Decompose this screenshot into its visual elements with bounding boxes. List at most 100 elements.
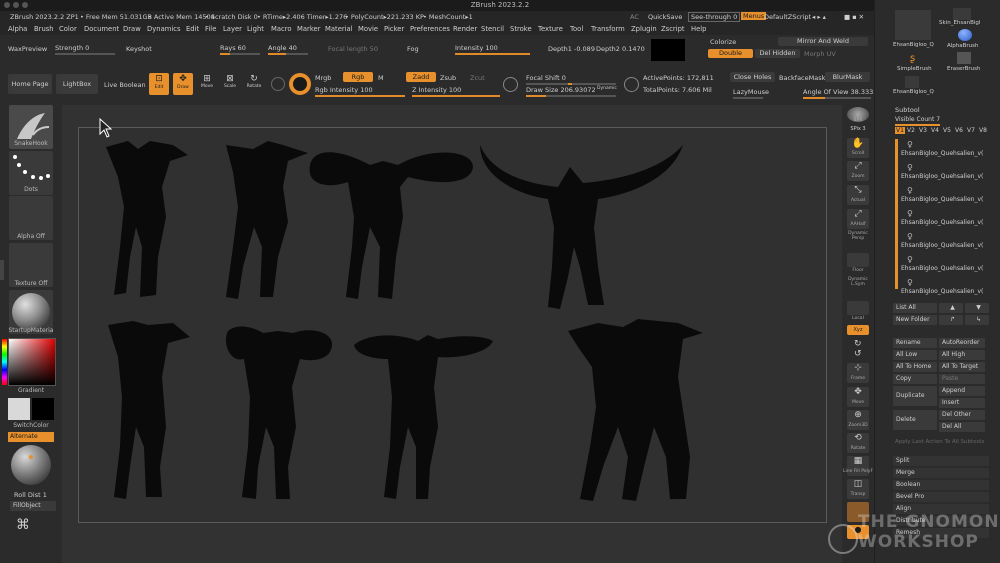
merge-menu[interactable]: Merge [893,468,989,478]
lazymouse-button[interactable]: LazyMouse [733,88,769,96]
paste-button[interactable]: Paste [939,374,985,384]
rgb-button[interactable]: Rgb [343,72,373,82]
live-boolean-button[interactable]: Live Boolean [104,81,146,89]
copy-button[interactable]: Copy [893,374,937,384]
z-intensity-slider[interactable]: Z Intensity 100 [412,86,461,94]
del-other-button[interactable]: Del Other [939,410,985,420]
eraser-brush-icon[interactable] [957,52,971,64]
arrow-up-icon[interactable]: ↱ [939,315,963,325]
rgb-intensity-slider-fill[interactable] [315,95,405,97]
menu-movie[interactable]: Movie [358,25,378,33]
main-color-swatch[interactable] [8,398,30,420]
zadd-button[interactable]: Zadd [406,72,436,82]
focal-length-slider[interactable]: Focal length 50 [328,45,378,53]
duplicate-button[interactable]: Duplicate [893,386,937,406]
backface-mask-button[interactable]: BackfaceMask [779,74,825,82]
new-folder-button[interactable]: New Folder [893,315,937,325]
lightbox-button[interactable]: LightBox [56,74,98,94]
focal-shift-icon[interactable] [503,77,518,92]
all-to-target-button[interactable]: All To Target [939,362,985,372]
color-picker[interactable] [2,338,56,386]
split-menu[interactable]: Split [893,456,989,466]
append-button[interactable]: Append [939,386,985,396]
switch-color-label[interactable]: SwitchColor [0,422,62,429]
subtool-item[interactable]: EhsanBigloo_Quehsalien_v( [901,242,997,253]
apply-last-action-button[interactable]: Apply Last Action To All Subtools [895,439,999,445]
roll-dist-slider[interactable]: Roll Dist 1 [14,491,47,499]
move-down-icon[interactable]: ▼ [965,303,989,313]
tab-v2[interactable]: V2 [907,127,915,134]
del-hidden-button[interactable]: Del Hidden [755,49,800,58]
menu-stroke[interactable]: Stroke [510,25,532,33]
rotate-z-icon[interactable]: ↺ [854,349,862,359]
lsym-button[interactable]: Dynamic L.Sym [842,277,874,287]
all-high-button[interactable]: All High [939,350,985,360]
menu-layer[interactable]: Layer [223,25,242,33]
tab-v5[interactable]: V5 [943,127,951,134]
rgb-intensity-slider[interactable]: Rgb Intensity 100 [315,86,373,94]
menu-stencil[interactable]: Stencil [481,25,504,33]
secondary-color-swatch[interactable] [32,398,54,420]
rays-slider[interactable]: Rays 60 [220,44,246,52]
menu-brush[interactable]: Brush [34,25,54,33]
m-button[interactable]: M [378,74,384,82]
tab-v6[interactable]: V6 [955,127,963,134]
see-through-slider[interactable]: See-through 0 [688,12,741,22]
arrow-down-icon[interactable]: ↳ [965,315,989,325]
hue-slider[interactable] [2,339,7,385]
tab-v3[interactable]: V3 [919,127,927,134]
menu-macro[interactable]: Macro [271,25,292,33]
xyz-button[interactable]: Xyz [847,325,869,335]
mrgb-button[interactable]: Mrgb [315,74,331,82]
subtool-title[interactable]: Subtool [895,106,920,114]
menu-color[interactable]: Color [59,25,77,33]
camera-icon[interactable]: ⌘ [16,517,30,533]
strength-slider-track[interactable] [55,53,115,55]
edit-button[interactable]: ⊡ Edit [149,73,169,95]
brush-thumb-ehsan[interactable] [895,10,931,40]
draw-size-slider[interactable]: Draw Size 206.93072 [526,86,596,94]
sphere-icon[interactable] [271,77,285,91]
scale-button[interactable]: ⊠ Scale [221,74,239,94]
visible-count-slider[interactable]: Visible Count 7 [895,116,940,123]
strength-slider[interactable]: Strength 0 [55,44,89,52]
menu-preferences[interactable]: Preferences [410,25,450,33]
simple-brush-icon[interactable]: ʂ [910,53,915,64]
menu-tool[interactable]: Tool [570,25,583,33]
home-page-button[interactable]: Home Page [8,74,52,94]
menu-document[interactable]: Document [84,25,119,33]
alpha-brush-icon[interactable] [958,29,972,41]
angle-slider[interactable]: Angle 40 [268,44,297,52]
local-button[interactable] [847,301,869,315]
menu-marker[interactable]: Marker [297,25,321,33]
menus-button[interactable]: Menus [741,12,767,20]
z-intensity-slider-fill[interactable] [412,95,500,97]
persp-button[interactable]: Dynamic Persp [842,231,874,241]
double-button[interactable]: Double [708,49,753,58]
move-button[interactable]: ⊞ Move [198,74,216,94]
boolean-menu[interactable]: Boolean [893,480,989,490]
zsub-button[interactable]: Zsub [440,74,456,82]
quicksave-button[interactable]: QuickSave [648,13,682,21]
waxpreview-button[interactable]: WaxPreview [8,45,47,53]
draw-button[interactable]: ✥ Draw [173,73,193,95]
tab-v8[interactable]: V8 [979,127,987,134]
menu-file[interactable]: File [205,25,216,33]
tab-v4[interactable]: V4 [931,127,939,134]
menu-render[interactable]: Render [453,25,477,33]
subtool-item[interactable]: EhsanBigloo_Quehsalien_v( [901,173,997,184]
depth2-slider[interactable]: Depth2 0.1470 [596,45,645,53]
menu-help[interactable]: Help [691,25,707,33]
all-low-button[interactable]: All Low [893,350,937,360]
subtool-scrollbar[interactable] [895,139,898,289]
menu-alpha[interactable]: Alpha [8,25,27,33]
del-all-button[interactable]: Del All [939,422,985,432]
menu-dynamics[interactable]: Dynamics [147,25,181,33]
menu-material[interactable]: Material [325,25,353,33]
floor-button[interactable] [847,253,869,267]
window-controls-icon[interactable]: ■ ▪ ✕ [844,13,864,21]
subtool-item[interactable]: EhsanBigloo_Quehsalien_v( [901,196,997,207]
draw-size-icon[interactable] [624,77,639,92]
menu-transform[interactable]: Transform [591,25,625,33]
blur-mask-button[interactable]: BlurMask [825,72,870,82]
